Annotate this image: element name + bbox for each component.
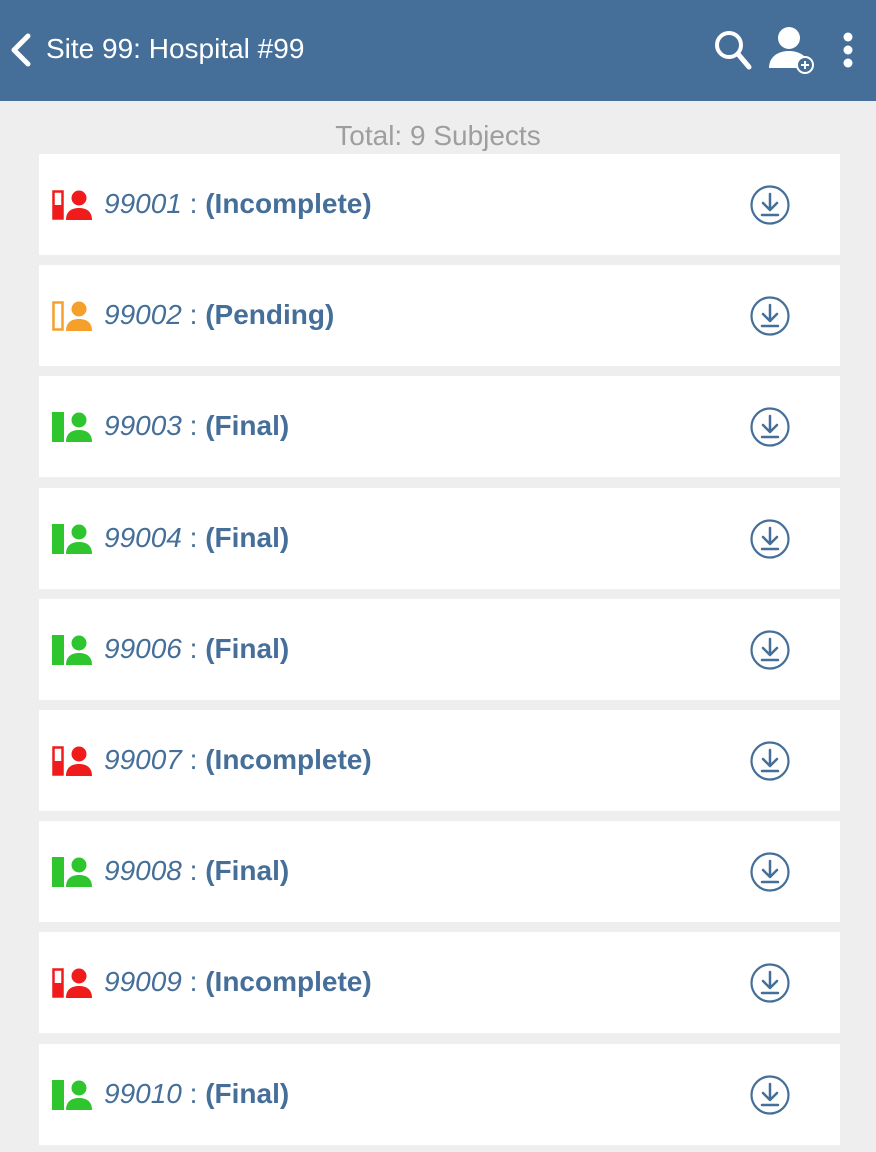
subject-status-icon — [52, 524, 92, 554]
download-circle-icon[interactable] — [750, 185, 790, 225]
subject-row[interactable]: 99010 : (Final) — [39, 1044, 840, 1145]
subject-label: 99004 : (Final) — [104, 519, 289, 557]
subject-label: 99001 : (Incomplete) — [104, 185, 372, 223]
subject-id: 99002 — [104, 299, 182, 330]
subject-status: (Final) — [205, 522, 290, 553]
app-bar: Site 99: Hospital #99 — [0, 0, 876, 101]
more-vert-icon[interactable] — [838, 32, 858, 68]
subject-label: 99007 : (Incomplete) — [104, 741, 372, 779]
download-circle-icon[interactable] — [750, 519, 790, 559]
download-circle-icon[interactable] — [750, 852, 790, 892]
subject-status: (Incomplete) — [205, 188, 372, 219]
subject-row[interactable]: 99009 : (Incomplete) — [39, 932, 840, 1033]
subject-status-icon — [52, 635, 92, 665]
subject-status: (Final) — [205, 410, 290, 441]
subject-status: (Final) — [205, 1078, 290, 1109]
subject-label: 99006 : (Final) — [104, 630, 289, 668]
subject-id: 99009 — [104, 966, 182, 997]
subject-separator: : — [181, 855, 206, 886]
download-circle-icon[interactable] — [750, 630, 790, 670]
subject-id: 99010 — [104, 1078, 182, 1109]
subject-label: 99008 : (Final) — [104, 852, 289, 890]
subject-separator: : — [181, 522, 206, 553]
subject-separator: : — [181, 299, 206, 330]
subject-separator: : — [181, 744, 206, 775]
subject-row[interactable]: 99007 : (Incomplete) — [39, 710, 840, 811]
subject-status: (Incomplete) — [205, 744, 372, 775]
subject-separator: : — [181, 633, 206, 664]
subject-id: 99003 — [104, 410, 182, 441]
subject-status-icon — [52, 857, 92, 887]
subject-id: 99001 — [104, 188, 182, 219]
subject-id: 99008 — [104, 855, 182, 886]
subject-id: 99007 — [104, 744, 182, 775]
search-icon[interactable] — [713, 29, 753, 71]
subject-status-icon — [52, 1080, 92, 1110]
subject-label: 99010 : (Final) — [104, 1075, 289, 1113]
add-user-icon[interactable] — [767, 24, 815, 74]
subject-status-icon — [52, 412, 92, 442]
subject-row[interactable]: 99003 : (Final) — [39, 376, 840, 477]
subject-row[interactable]: 99001 : (Incomplete) — [39, 154, 840, 255]
subject-separator: : — [181, 1078, 206, 1109]
page-title: Site 99: Hospital #99 — [46, 33, 305, 64]
subject-status: (Incomplete) — [205, 966, 372, 997]
subject-status-icon — [52, 190, 92, 220]
subject-separator: : — [181, 410, 206, 441]
total-subjects-label: Total: 9 Subjects — [335, 120, 541, 151]
download-circle-icon[interactable] — [750, 741, 790, 781]
subject-row[interactable]: 99008 : (Final) — [39, 821, 840, 922]
subject-label: 99002 : (Pending) — [104, 296, 334, 334]
download-circle-icon[interactable] — [750, 296, 790, 336]
subject-id: 99006 — [104, 633, 182, 664]
subject-label: 99009 : (Incomplete) — [104, 963, 372, 1001]
subject-id: 99004 — [104, 522, 182, 553]
subject-status-icon — [52, 968, 92, 998]
subject-status: (Pending) — [205, 299, 335, 330]
subject-row[interactable]: 99006 : (Final) — [39, 599, 840, 700]
subject-status-icon — [52, 301, 92, 331]
download-circle-icon[interactable] — [750, 407, 790, 447]
subject-row[interactable]: 99002 : (Pending) — [39, 265, 840, 366]
subject-status: (Final) — [205, 855, 290, 886]
download-circle-icon[interactable] — [750, 1075, 790, 1115]
subject-status-icon — [52, 746, 92, 776]
subject-label: 99003 : (Final) — [104, 407, 289, 445]
chevron-left-icon[interactable] — [8, 32, 34, 68]
subject-status: (Final) — [205, 633, 290, 664]
subject-separator: : — [181, 188, 206, 219]
subject-row[interactable]: 99004 : (Final) — [39, 488, 840, 589]
download-circle-icon[interactable] — [750, 963, 790, 1003]
subject-separator: : — [181, 966, 206, 997]
